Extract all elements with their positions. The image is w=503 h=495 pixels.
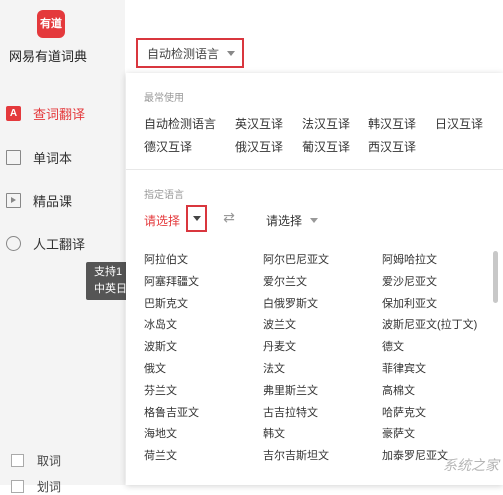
checkbox[interactable]	[11, 480, 24, 493]
language-option[interactable]: 俄文	[144, 360, 166, 376]
watermark: 系统之家	[443, 457, 499, 473]
sidebar-item-label: 单词本	[33, 150, 73, 166]
language-option[interactable]: 阿拉伯文	[144, 251, 188, 267]
language-option[interactable]: 吉尔吉斯坦文	[263, 447, 329, 463]
tooltip: 支持1 中英日	[86, 262, 130, 300]
language-option[interactable]: 格鲁吉亚文	[144, 404, 199, 420]
human-translate-icon	[6, 235, 21, 251]
language-dropdown: 最常使用 自动检测语言 英汉互译 法汉互译 韩汉互译 日汉互译 德汉互译 俄汉互…	[126, 73, 503, 485]
sidebar-item-course[interactable]: 精品课	[0, 185, 125, 215]
language-option[interactable]: 哈萨克文	[382, 404, 426, 420]
source-language-label: 自动检测语言	[147, 46, 220, 61]
frequent-option[interactable]: 德汉互译	[144, 138, 192, 155]
frequent-option[interactable]: 俄汉互译	[235, 138, 283, 155]
language-option[interactable]: 海地文	[144, 425, 177, 441]
wordbook-icon	[6, 149, 21, 165]
language-option[interactable]: 丹麦文	[263, 338, 296, 354]
language-option[interactable]: 巴斯克文	[144, 295, 188, 311]
sidebar-item-label: 人工翻译	[33, 236, 86, 252]
language-option[interactable]: 芬兰文	[144, 382, 177, 398]
frequent-option[interactable]: 自动检测语言	[144, 115, 216, 132]
language-option[interactable]: 高棉文	[382, 382, 415, 398]
language-option[interactable]: 爱沙尼亚文	[382, 273, 437, 289]
language-option[interactable]: 波斯尼亚文(拉丁文)	[382, 316, 477, 332]
target-select[interactable]: 请选择	[266, 212, 319, 229]
language-option[interactable]: 弗里斯兰文	[263, 382, 318, 398]
language-option[interactable]: 冰岛文	[144, 316, 177, 332]
language-list: 阿拉伯文 阿尔巴尼亚文 阿姆哈拉文阿塞拜疆文 爱尔兰文 爱沙尼亚文巴斯克文 白俄罗斯文 保加…	[126, 245, 503, 485]
target-select-label: 请选择	[266, 214, 303, 228]
checkbox-huaci[interactable]: 划词	[11, 478, 61, 495]
checkbox-quci[interactable]: 取词	[11, 452, 61, 469]
source-select-dropdown-button[interactable]	[186, 205, 207, 232]
frequent-option[interactable]: 法汉互译	[302, 115, 350, 132]
frequent-option[interactable]: 韩汉互译	[368, 115, 416, 132]
chevron-down-icon	[310, 218, 319, 223]
divider	[126, 169, 503, 170]
language-option[interactable]: 荷兰文	[144, 447, 177, 463]
language-option[interactable]: 爱尔兰文	[263, 273, 307, 289]
chevron-down-icon	[227, 50, 236, 56]
language-option[interactable]: 波斯文	[144, 338, 177, 354]
language-option[interactable]: 豪萨文	[382, 425, 415, 441]
frequent-option[interactable]: 日汉互译	[435, 115, 483, 132]
checkbox-label: 划词	[37, 480, 62, 494]
language-option[interactable]: 阿塞拜疆文	[144, 273, 199, 289]
language-option[interactable]: 加泰罗尼亚文	[382, 447, 448, 463]
language-option[interactable]: 波兰文	[263, 316, 296, 332]
sidebar: 有道 网易有道词典 A 查词翻译 单词本 精品课 人工翻译 取词 划词	[0, 0, 125, 494]
sidebar-item-label: 精品课	[33, 193, 73, 209]
sidebar-item-wordbook[interactable]: 单词本	[0, 142, 125, 172]
sidebar-item-translate[interactable]: A 查词翻译	[0, 98, 125, 128]
language-option[interactable]: 保加利亚文	[382, 295, 437, 311]
frequent-option[interactable]: 西汉互译	[368, 138, 416, 155]
language-option[interactable]: 德文	[382, 338, 404, 354]
language-option[interactable]: 菲律宾文	[382, 360, 426, 376]
frequent-section-label: 最常使用	[144, 93, 184, 104]
language-option[interactable]: 法文	[263, 360, 285, 376]
language-option[interactable]: 阿姆哈拉文	[382, 251, 437, 267]
frequent-option[interactable]: 葡汉互译	[302, 138, 350, 155]
course-icon	[6, 192, 21, 208]
translate-icon: A	[6, 105, 21, 121]
youdao-logo: 有道	[37, 10, 65, 38]
checkbox-label: 取词	[37, 454, 62, 468]
swap-languages-icon[interactable]: ⇄	[218, 208, 240, 226]
language-option[interactable]: 韩文	[263, 425, 285, 441]
scrollbar[interactable]	[493, 251, 498, 303]
specify-section-label: 指定语言	[144, 190, 184, 201]
language-option[interactable]: 阿尔巴尼亚文	[263, 251, 329, 267]
sidebar-item-human-translate[interactable]: 人工翻译	[0, 228, 125, 258]
language-option[interactable]: 白俄罗斯文	[263, 295, 318, 311]
frequent-option[interactable]: 英汉互译	[235, 115, 283, 132]
sidebar-item-label: 查词翻译	[33, 106, 86, 122]
source-select[interactable]: 请选择	[144, 212, 180, 229]
app-title: 网易有道词典	[9, 49, 88, 64]
language-option[interactable]: 古吉拉特文	[263, 404, 318, 420]
chevron-down-icon	[192, 216, 201, 221]
checkbox[interactable]	[11, 454, 24, 467]
source-language-button[interactable]: 自动检测语言	[136, 38, 244, 68]
